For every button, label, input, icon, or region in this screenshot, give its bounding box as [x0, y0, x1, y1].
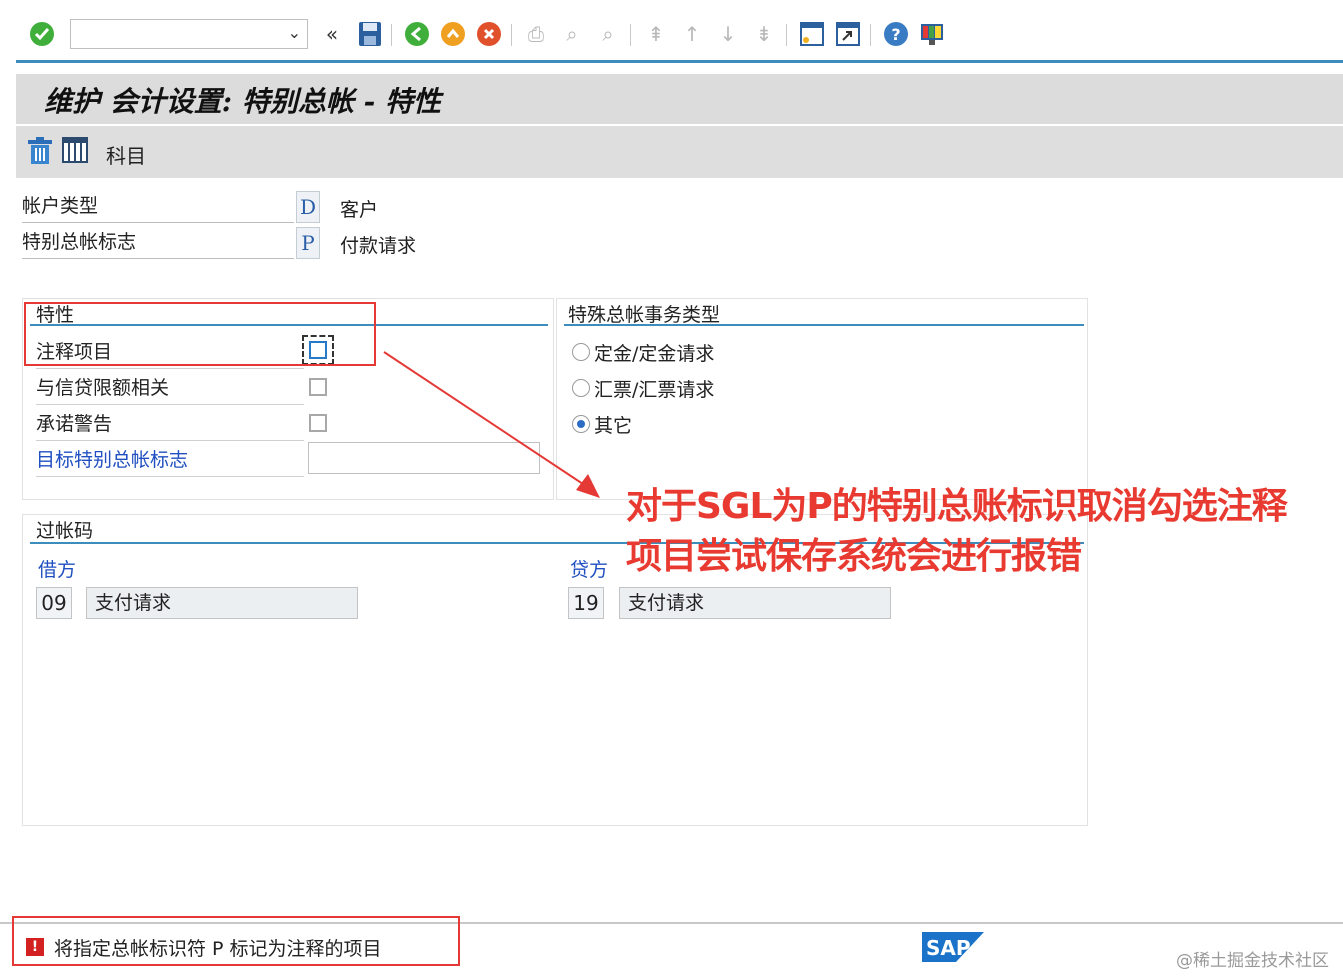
toolbar-separator — [511, 24, 512, 46]
delete-icon[interactable] — [26, 136, 54, 171]
save-icon[interactable] — [356, 20, 384, 48]
table-icon[interactable] — [62, 137, 88, 168]
credit-key-field: 19 — [568, 587, 604, 619]
credit-label: 贷方 — [570, 559, 609, 581]
last-page-icon[interactable]: ⇟ — [750, 20, 778, 48]
first-page-icon[interactable]: ⇞ — [642, 20, 670, 48]
help-icon[interactable]: ? — [882, 20, 910, 48]
find-next-icon[interactable]: ⌕ — [594, 20, 622, 48]
sgl-indicator-desc: 付款请求 — [340, 235, 417, 257]
exit-icon[interactable] — [439, 20, 467, 48]
customize-layout-icon[interactable] — [918, 20, 946, 48]
accounts-button[interactable]: 科目 — [106, 140, 146, 169]
new-session-icon[interactable] — [798, 20, 826, 48]
prev-page-icon[interactable]: ↑ — [678, 20, 706, 48]
toolbar-separator — [786, 24, 787, 46]
svg-text:?: ? — [891, 25, 900, 44]
posting-keys-title: 过帐码 — [36, 520, 94, 542]
toolbar-separator — [391, 24, 392, 46]
toolbar-separator — [630, 24, 631, 46]
system-toolbar: ⌄ « ⎙ ⌕ ⌕ ⇞ ↑ ↓ ⇟ ? — [0, 0, 1343, 62]
toolbar-divider — [16, 60, 1343, 63]
application-toolbar: 科目 — [16, 126, 1343, 178]
print-icon[interactable]: ⎙ — [522, 20, 550, 48]
commitment-warning-label: 承诺警告 — [36, 408, 304, 441]
debit-label: 借方 — [38, 559, 77, 581]
down-payment-label: 定金/定金请求 — [594, 343, 715, 365]
target-sgl-label[interactable]: 目标特别总帐标志 — [36, 444, 304, 477]
sap-logo: SAP — [922, 932, 984, 962]
sgl-indicator-label: 特别总帐标志 — [22, 226, 294, 259]
annotation-line-2: 项目尝试保存系统会进行报错 — [626, 536, 1082, 577]
find-icon[interactable]: ⌕ — [558, 20, 586, 48]
enter-icon[interactable] — [28, 20, 56, 48]
toolbar-separator — [870, 24, 871, 46]
group-divider — [564, 324, 1084, 326]
title-bar: 维护 会计设置: 特别总帐 - 特性 — [16, 74, 1343, 126]
account-type-desc: 客户 — [340, 199, 379, 221]
credit-key-desc: 支付请求 — [619, 587, 891, 619]
back-icon[interactable] — [403, 20, 431, 48]
annotation-arrow-icon — [383, 351, 600, 498]
commitment-warning-checkbox[interactable] — [309, 414, 327, 432]
back-nav-icon[interactable]: « — [318, 20, 346, 48]
watermark: @稀土掘金技术社区 — [1176, 951, 1329, 971]
account-type-field: D — [296, 191, 320, 223]
credit-limit-label: 与信贷限额相关 — [36, 372, 304, 405]
status-highlight-box — [12, 916, 460, 966]
command-field[interactable]: ⌄ — [70, 19, 308, 49]
chevron-down-icon[interactable]: ⌄ — [288, 23, 301, 42]
shortcut-icon[interactable] — [834, 20, 862, 48]
annotation-line-1: 对于SGL为P的特别总账标识取消勾选注释 — [626, 486, 1288, 527]
credit-limit-checkbox[interactable] — [309, 378, 327, 396]
status-bar: ! 将指定总帐标识符 P 标记为注释的项目 SAP @稀土掘金技术社区 — [0, 916, 1343, 976]
annotation-highlight-box — [24, 302, 376, 366]
debit-key-field: 09 — [36, 587, 72, 619]
sgl-indicator-field: P — [296, 227, 320, 259]
bill-of-exchange-label: 汇票/汇票请求 — [594, 379, 715, 401]
page-title: 维护 会计设置: 特别总帐 - 特性 — [44, 85, 441, 118]
transaction-type-title: 特殊总帐事务类型 — [568, 304, 721, 326]
cancel-icon[interactable] — [475, 20, 503, 48]
debit-key-desc: 支付请求 — [86, 587, 358, 619]
svg-text:SAP: SAP — [926, 936, 971, 960]
account-type-label: 帐户类型 — [22, 190, 294, 223]
next-page-icon[interactable]: ↓ — [714, 20, 742, 48]
annotation-text: 对于SGL为P的特别总账标识取消勾选注释 项目尝试保存系统会进行报错 — [626, 482, 1326, 582]
